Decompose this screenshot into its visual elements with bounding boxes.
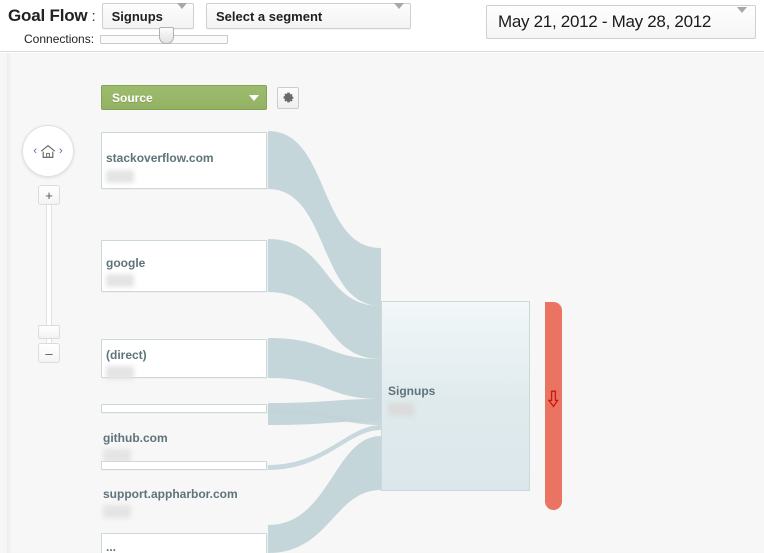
zoom-in-button[interactable]: + <box>38 185 60 205</box>
segment-select-dropdown[interactable]: Select a segment <box>206 2 411 29</box>
goal-select-dropdown[interactable]: Signups <box>101 2 194 29</box>
flow-ribbons <box>268 131 381 553</box>
home-reset-button[interactable]: ‹ › <box>22 125 74 177</box>
flow-canvas: Source ‹ › + – stackoverflow.com google … <box>0 53 764 553</box>
connections-slider-handle[interactable] <box>159 26 175 44</box>
settings-button[interactable] <box>277 86 299 109</box>
source-node-other[interactable] <box>101 533 267 553</box>
zoom-slider-handle[interactable] <box>38 325 60 339</box>
source-node-value <box>106 274 134 287</box>
source-node-appharbor[interactable] <box>101 461 267 470</box>
chevron-down-icon <box>382 2 404 24</box>
goal-select-label: Signups <box>111 8 163 24</box>
segment-select-label: Select a segment <box>216 8 323 24</box>
target-node-label: Signups <box>388 384 436 398</box>
source-node-label: stackoverflow.com <box>106 151 214 165</box>
dimension-select-dropdown[interactable]: Source <box>101 85 267 110</box>
header-bar: Goal Flow : Signups Select a segment May… <box>0 0 764 52</box>
home-icon[interactable] <box>40 144 56 159</box>
dimension-select-label: Source <box>112 90 153 105</box>
source-node-label: github.com <box>103 431 168 445</box>
chevron-down-icon <box>729 7 747 31</box>
pan-right-chevron-icon[interactable]: › <box>59 145 63 157</box>
source-node-label: google <box>106 256 146 270</box>
source-node-github[interactable] <box>101 404 267 413</box>
pan-left-chevron-icon[interactable]: ‹ <box>33 145 37 157</box>
source-node-value <box>103 505 131 518</box>
down-arrow-icon <box>548 390 559 408</box>
goal-flow-app: Goal Flow : Signups Select a segment May… <box>0 0 764 553</box>
source-node-value <box>106 366 134 379</box>
title-row: Goal Flow : Signups <box>8 2 194 29</box>
connections-label: Connections: <box>24 32 95 46</box>
source-node-label: support.appharbor.com <box>103 487 238 501</box>
target-node-value <box>388 403 414 416</box>
connections-slider-row: Connections: <box>24 26 229 46</box>
title-separator: : <box>91 7 96 25</box>
source-node-label: (direct) <box>106 348 147 362</box>
dimension-bar: Source <box>101 85 299 110</box>
gear-icon <box>283 92 293 103</box>
date-range-picker[interactable]: May 21, 2012 - May 28, 2012 <box>486 5 756 39</box>
date-range-label: May 21, 2012 - May 28, 2012 <box>498 12 712 31</box>
zoom-out-button[interactable]: – <box>38 343 60 363</box>
chevron-down-icon <box>165 2 187 24</box>
page-title: Goal Flow <box>8 6 88 25</box>
connections-slider-track[interactable] <box>100 26 229 44</box>
zoom-control: + – <box>38 185 60 363</box>
source-node-value <box>106 170 134 183</box>
chevron-down-icon <box>249 94 259 101</box>
source-node-label: ... <box>106 540 117 553</box>
